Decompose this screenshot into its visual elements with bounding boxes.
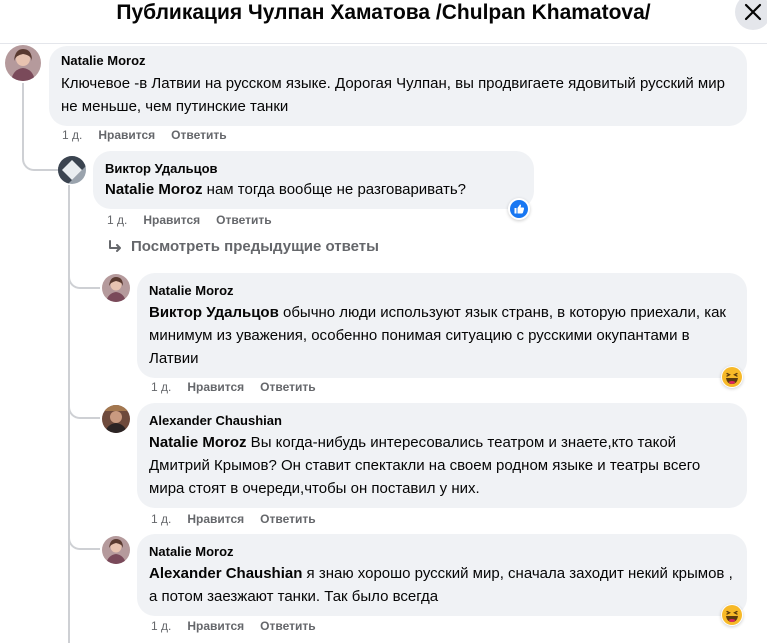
avatar[interactable] [5, 45, 41, 81]
reply-button[interactable]: Ответить [171, 127, 226, 143]
reply-button[interactable]: Ответить [260, 379, 315, 395]
like-button[interactable]: Нравится [98, 127, 155, 143]
like-button[interactable]: Нравится [187, 379, 244, 395]
comment-text: Natalie Moroz Вы когда-нибудь интересова… [149, 434, 701, 497]
avatar[interactable] [102, 405, 130, 433]
like-button[interactable]: Нравится [143, 212, 200, 228]
comment-author[interactable]: Alexander Chaushian [149, 413, 735, 429]
comment-author[interactable]: Natalie Moroz [149, 544, 735, 560]
view-previous-replies[interactable]: Посмотреть предыдущие ответы [107, 238, 379, 255]
comment-bubble: Natalie Moroz Ключевое -в Латвии на русс… [49, 46, 747, 126]
reaction-badge[interactable] [721, 366, 743, 388]
reply-button[interactable]: Ответить [216, 212, 271, 228]
like-button[interactable]: Нравится [187, 511, 244, 527]
comment-bubble: Виктор Удальцов Natalie Moroz нам тогда … [93, 151, 534, 209]
comment-author[interactable]: Natalie Moroz [61, 53, 735, 69]
reaction-badge[interactable] [508, 198, 530, 220]
mention-link[interactable]: Alexander Chaushian [149, 565, 302, 582]
comment-actions: 1 д. Нравится Ответить [107, 212, 272, 228]
comment-author[interactable]: Natalie Moroz [149, 283, 735, 299]
mention-link[interactable]: Natalie Moroz [105, 181, 203, 198]
reply-button[interactable]: Ответить [260, 511, 315, 527]
comment-text: Виктор Удальцов обычно люди используют я… [149, 304, 726, 367]
reply-arrow-icon [109, 239, 121, 252]
dialog-header: Публикация Чулпан Хаматова /Chulpan Kham… [0, 0, 767, 44]
comment-bubble: Natalie Moroz Alexander Chaushian я знаю… [137, 534, 747, 616]
comment-time[interactable]: 1 д. [107, 212, 127, 228]
thread-line [68, 254, 100, 289]
comment-actions: 1 д. Нравится Ответить [151, 511, 316, 527]
thread-line [68, 384, 100, 419]
haha-icon [722, 367, 742, 387]
reply-button[interactable]: Ответить [260, 618, 315, 634]
mention-link[interactable]: Natalie Moroz [149, 434, 247, 451]
close-icon [744, 3, 762, 21]
view-previous-label: Посмотреть предыдущие ответы [131, 238, 379, 255]
comment-author[interactable]: Виктор Удальцов [105, 161, 522, 177]
like-icon [510, 200, 528, 218]
avatar[interactable] [102, 274, 130, 302]
page-title: Публикация Чулпан Хаматова /Chulpan Kham… [116, 1, 651, 24]
comment-bubble: Alexander Chaushian Natalie Moroz Вы ког… [137, 403, 747, 508]
reaction-badge[interactable] [721, 604, 743, 626]
comment-text: Natalie Moroz нам тогда вообще не разгов… [105, 181, 467, 198]
comment-time[interactable]: 1 д. [151, 379, 171, 395]
avatar[interactable] [58, 156, 86, 184]
comment-time[interactable]: 1 д. [151, 618, 171, 634]
comment-time[interactable]: 1 д. [62, 127, 82, 143]
thread-line [68, 515, 100, 550]
mention-link[interactable]: Виктор Удальцов [149, 304, 279, 321]
haha-icon [722, 605, 742, 625]
comment-actions: 1 д. Нравится Ответить [62, 127, 227, 143]
avatar[interactable] [102, 536, 130, 564]
comment-text: Ключевое -в Латвии на русском языке. Дор… [61, 75, 725, 115]
comment-bubble: Natalie Moroz Виктор Удальцов обычно люд… [137, 273, 747, 378]
comment-actions: 1 д. Нравится Ответить [151, 618, 316, 634]
comment-text: Alexander Chaushian я знаю хорошо русски… [149, 565, 733, 605]
comment-actions: 1 д. Нравится Ответить [151, 379, 316, 395]
like-button[interactable]: Нравится [187, 618, 244, 634]
comment-time[interactable]: 1 д. [151, 511, 171, 527]
